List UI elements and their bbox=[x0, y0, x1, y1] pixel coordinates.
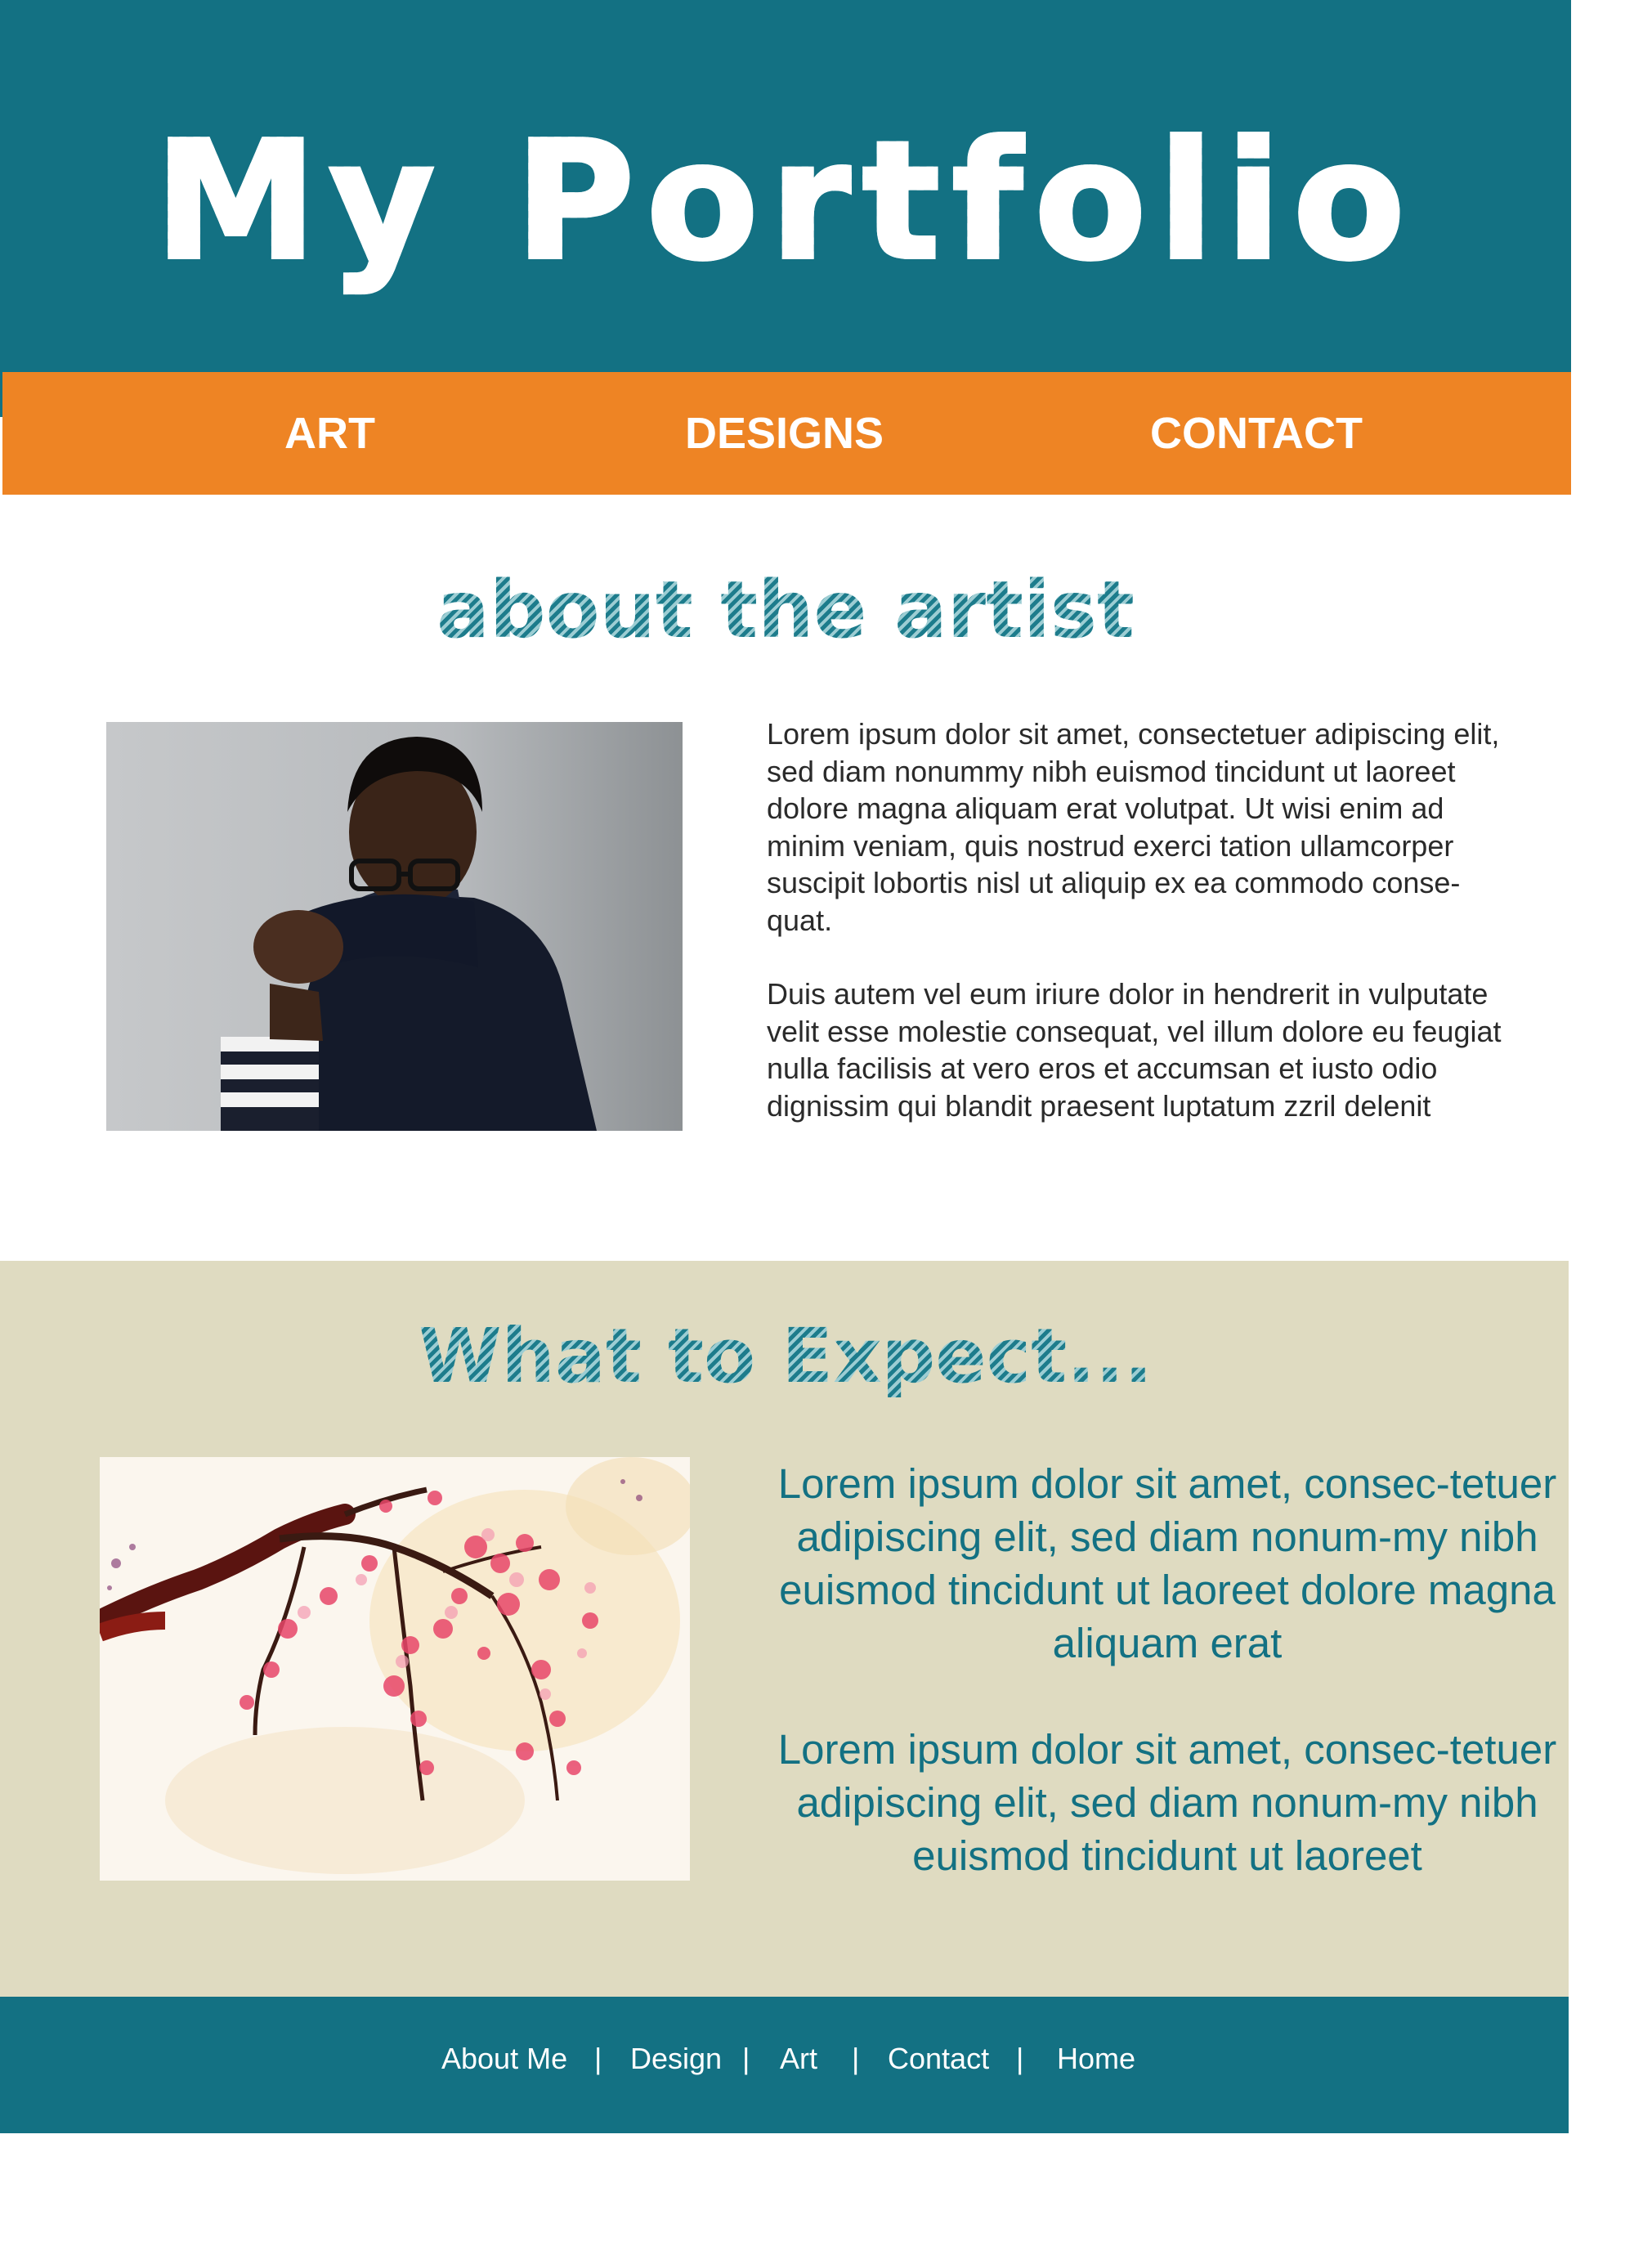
footer-separator: | bbox=[1016, 2042, 1024, 2075]
about-paragraph-1: Lorem ipsum dolor sit amet, consectetuer… bbox=[767, 717, 1500, 937]
site-title-text: My Portfolio bbox=[153, 105, 1417, 298]
expect-heading: What to Expect... bbox=[0, 1312, 1571, 1400]
expect-body: Lorem ipsum dolor sit amet, consec-tetue… bbox=[759, 1457, 1576, 1935]
header: My Portfolio bbox=[0, 0, 1571, 417]
footer-link-contact[interactable]: Contact bbox=[888, 1997, 989, 2133]
footer-separator: | bbox=[742, 2042, 750, 2075]
nav-item-designs[interactable]: DESIGNS bbox=[685, 372, 884, 495]
about-heading-text: about the artist bbox=[437, 564, 1135, 656]
expect-heading-text: What to Expect... bbox=[418, 1312, 1153, 1400]
nav-item-art[interactable]: ART bbox=[284, 372, 375, 495]
footer-link-design[interactable]: Design bbox=[630, 1997, 722, 2133]
cherry-blossom-painting-image bbox=[100, 1457, 690, 1881]
expect-paragraph-1: Lorem ipsum dolor sit amet, consec-tetue… bbox=[777, 1460, 1557, 1666]
footer-separator: | bbox=[852, 2042, 860, 2075]
main-nav: ART DESIGNS CONTACT bbox=[2, 372, 1571, 495]
page: My Portfolio ART DESIGNS CONTACT about t… bbox=[0, 0, 1652, 2242]
about-body: Lorem ipsum dolor sit amet, consectetuer… bbox=[767, 715, 1515, 1161]
footer-separator: | bbox=[594, 2042, 602, 2075]
site-title: My Portfolio bbox=[0, 105, 1571, 298]
artist-portrait-image bbox=[106, 722, 683, 1131]
cherry-blossom-svg bbox=[100, 1457, 690, 1881]
footer-link-about-me[interactable]: About Me bbox=[441, 1997, 567, 2133]
about-paragraph-2: Duis autem vel eum iriure dolor in hendr… bbox=[767, 977, 1502, 1123]
footer: About Me | Design | Art | Contact | Home bbox=[0, 1997, 1569, 2133]
footer-link-home[interactable]: Home bbox=[1057, 1997, 1135, 2133]
artist-portrait-svg bbox=[106, 722, 683, 1131]
nav-item-contact[interactable]: CONTACT bbox=[1150, 372, 1363, 495]
about-heading: about the artist bbox=[0, 564, 1571, 656]
footer-link-art[interactable]: Art bbox=[780, 1997, 817, 2133]
expect-paragraph-2: Lorem ipsum dolor sit amet, consec-tetue… bbox=[777, 1726, 1557, 1879]
